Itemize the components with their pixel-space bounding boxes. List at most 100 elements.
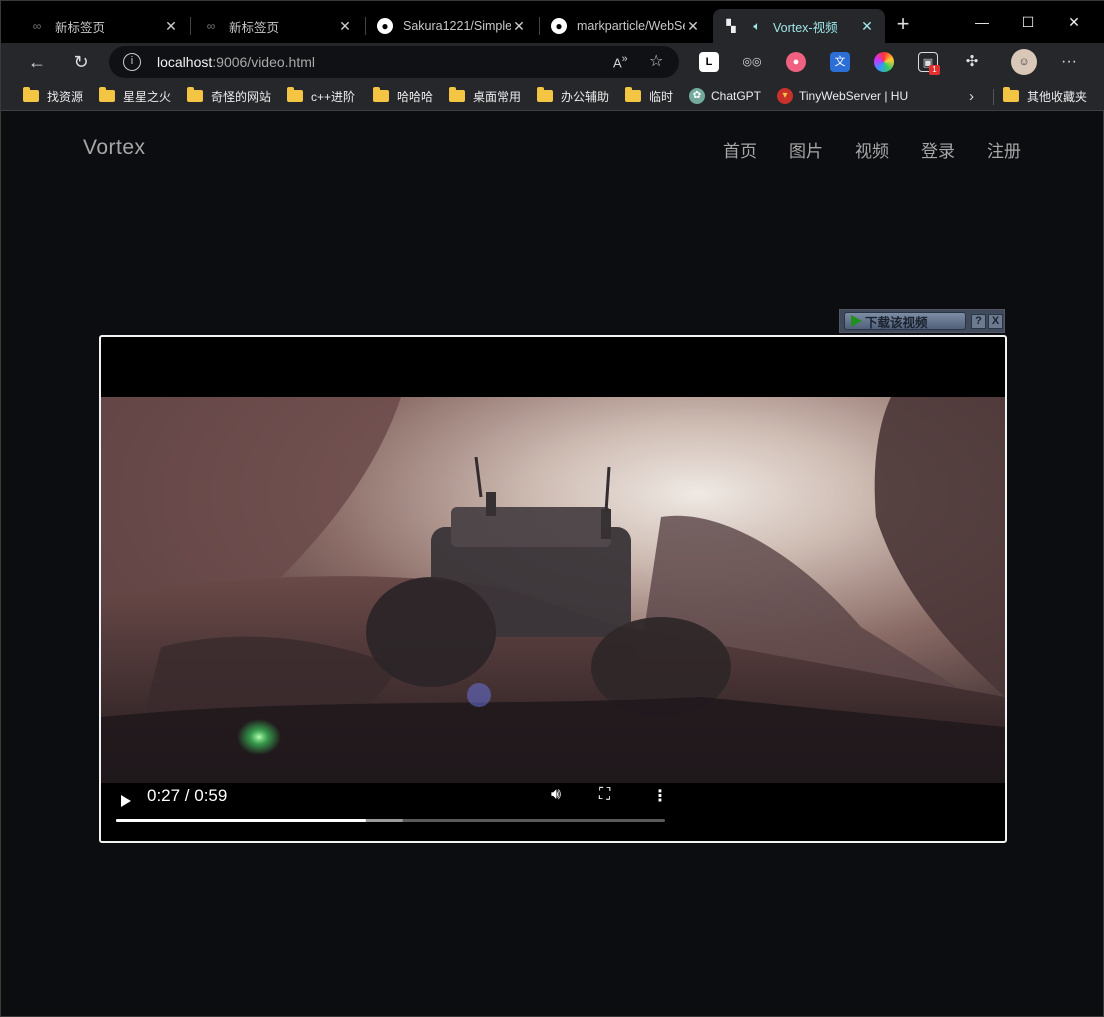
extension-glasses-icon[interactable]: ◎◎ bbox=[742, 52, 762, 72]
tab-github-markparticle[interactable]: ● markparticle/WebSe ✕ bbox=[541, 9, 711, 43]
play-icon bbox=[851, 315, 862, 327]
bookmark-label: 奇怪的网站 bbox=[211, 89, 272, 104]
bookmark-folder-other[interactable]: 其他收藏夹 bbox=[1003, 86, 1087, 106]
nav-home[interactable]: 首页 bbox=[723, 137, 757, 162]
bookmark-folder[interactable]: 哈哈哈 bbox=[373, 86, 433, 106]
browser-window: ∞ 新标签页 ✕ ∞ 新标签页 ✕ ● Sakura1221/SimpleW ✕… bbox=[0, 0, 1104, 1017]
extension-pink-icon[interactable]: ● bbox=[786, 52, 806, 72]
folder-icon bbox=[99, 87, 115, 102]
tab-github-sakura[interactable]: ● Sakura1221/SimpleW ✕ bbox=[367, 9, 537, 43]
tab-new-1[interactable]: ∞ 新标签页 ✕ bbox=[19, 9, 189, 43]
bookmark-label: 星星之火 bbox=[123, 89, 172, 104]
translate-icon[interactable]: 文 bbox=[830, 52, 850, 72]
time-display: 0:27 / 0:59 bbox=[147, 786, 228, 805]
seek-bar[interactable] bbox=[116, 819, 665, 822]
infinity-icon: ∞ bbox=[32, 19, 42, 33]
address-bar[interactable]: i localhost:9006/video.html A» ☆ bbox=[109, 46, 679, 78]
folder-icon bbox=[537, 87, 553, 102]
bookmarks-bar: 找资源 星星之火 奇怪的网站 c++进阶 哈哈哈 桌面常用 办公辅助 临时 ✿ C… bbox=[1, 81, 1104, 111]
minimize-button[interactable]: — bbox=[959, 9, 1005, 35]
bookmark-folder[interactable]: c++进阶 bbox=[287, 86, 355, 106]
folder-icon bbox=[373, 87, 389, 102]
tab-title: 新标签页 bbox=[229, 20, 280, 35]
video-frame-image bbox=[101, 397, 1005, 783]
site-info-icon[interactable]: i bbox=[123, 53, 141, 71]
avatar[interactable]: ☺ bbox=[1011, 49, 1037, 75]
bookmarks-overflow-chevron-icon[interactable]: › bbox=[969, 86, 974, 106]
site-brand[interactable]: Vortex bbox=[83, 136, 146, 160]
folder-icon bbox=[625, 87, 641, 102]
read-aloud-icon[interactable]: A» bbox=[613, 53, 628, 70]
more-options-icon[interactable]: ⋮ bbox=[652, 786, 668, 806]
site-icon: ▚ bbox=[726, 19, 736, 33]
help-button[interactable]: ? bbox=[971, 313, 986, 329]
download-video-overlay: 下载该视频 ? X bbox=[839, 309, 1005, 333]
played-range bbox=[116, 819, 367, 822]
tab-separator bbox=[365, 17, 366, 35]
folder-icon bbox=[23, 87, 39, 102]
volume-icon[interactable]: 🔊︎ bbox=[551, 786, 561, 804]
video-player[interactable]: 0:27 / 0:59 🔊︎ ⛶ ⋮ bbox=[99, 335, 1007, 843]
extension-color-icon[interactable] bbox=[874, 52, 894, 72]
infinity-icon: ∞ bbox=[206, 19, 216, 33]
github-icon: ● bbox=[551, 18, 567, 34]
nav-register[interactable]: 注册 bbox=[987, 137, 1021, 162]
extension-l-icon[interactable]: L bbox=[699, 52, 719, 72]
bookmark-label: 桌面常用 bbox=[473, 89, 522, 104]
bookmark-link[interactable]: ✿ ChatGPT bbox=[689, 86, 761, 106]
close-overlay-button[interactable]: X bbox=[988, 313, 1003, 329]
bookmark-label: 找资源 bbox=[47, 89, 84, 104]
bookmark-label: TinyWebServer | HU bbox=[799, 89, 909, 103]
ironman-icon: ▾ bbox=[777, 88, 793, 104]
more-menu-icon[interactable]: ··· bbox=[1059, 52, 1079, 72]
close-icon[interactable]: ✕ bbox=[163, 18, 179, 35]
browser-toolbar: ← ↻ i localhost:9006/video.html A» ☆ L ◎… bbox=[1, 43, 1104, 81]
close-icon[interactable]: ✕ bbox=[511, 18, 527, 35]
video-frame[interactable] bbox=[101, 397, 1005, 783]
download-label: 下载该视频 bbox=[865, 315, 928, 330]
page-content: Vortex 首页 图片 视频 登录 注册 下载该视频 ? X 0:27 / 0… bbox=[9, 112, 1097, 1010]
extension-badge: 1 bbox=[929, 65, 940, 75]
bookmark-link[interactable]: ▾ TinyWebServer | HU bbox=[777, 86, 908, 106]
bookmark-label: 办公辅助 bbox=[561, 89, 610, 104]
bookmark-folder[interactable]: 桌面常用 bbox=[449, 86, 521, 106]
bookmark-folder[interactable]: 办公辅助 bbox=[537, 86, 609, 106]
refresh-button[interactable]: ↻ bbox=[67, 49, 95, 75]
bookmark-folder[interactable]: 星星之火 bbox=[99, 86, 171, 106]
back-button[interactable]: ← bbox=[23, 49, 51, 75]
play-button[interactable] bbox=[121, 795, 131, 807]
address-path: :9006/video.html bbox=[212, 54, 315, 70]
maximize-button[interactable]: ☐ bbox=[1005, 9, 1051, 35]
tab-separator bbox=[190, 17, 191, 35]
download-video-button[interactable]: 下载该视频 bbox=[844, 312, 966, 330]
bookmark-divider bbox=[993, 89, 994, 105]
close-icon[interactable]: ✕ bbox=[337, 18, 353, 35]
folder-icon bbox=[187, 87, 203, 102]
address-host: localhost bbox=[157, 54, 213, 70]
bookmark-folder[interactable]: 临时 bbox=[625, 86, 673, 106]
close-window-button[interactable]: ✕ bbox=[1051, 9, 1097, 35]
bookmark-label: c++进阶 bbox=[311, 89, 356, 104]
folder-icon bbox=[1003, 87, 1019, 102]
folder-icon bbox=[287, 87, 303, 102]
nav-videos[interactable]: 视频 bbox=[855, 137, 889, 162]
tab-new-2[interactable]: ∞ 新标签页 ✕ bbox=[193, 9, 363, 43]
fullscreen-icon[interactable]: ⛶ bbox=[599, 786, 610, 804]
tab-strip: ∞ 新标签页 ✕ ∞ 新标签页 ✕ ● Sakura1221/SimpleW ✕… bbox=[1, 1, 1104, 43]
new-tab-button[interactable]: + bbox=[891, 13, 915, 37]
nav-login[interactable]: 登录 bbox=[921, 137, 955, 162]
nav-images[interactable]: 图片 bbox=[789, 137, 823, 162]
extensions-puzzle-icon[interactable]: ✣ bbox=[962, 52, 982, 72]
tab-vortex-video[interactable]: ▚ 🔈︎ Vortex-视频 ✕ bbox=[713, 9, 885, 43]
close-icon[interactable]: ✕ bbox=[685, 18, 701, 35]
bookmark-label: 哈哈哈 bbox=[397, 89, 434, 104]
video-controls: 0:27 / 0:59 🔊︎ ⛶ ⋮ bbox=[101, 783, 681, 841]
close-icon[interactable]: ✕ bbox=[859, 18, 875, 35]
add-favorite-icon[interactable]: ☆ bbox=[649, 51, 663, 71]
github-icon: ● bbox=[377, 18, 393, 34]
speaker-icon[interactable]: 🔈︎ bbox=[749, 18, 765, 34]
bookmark-folder[interactable]: 找资源 bbox=[23, 86, 83, 106]
tab-title: Sakura1221/SimpleW bbox=[403, 19, 511, 33]
bookmark-folder[interactable]: 奇怪的网站 bbox=[187, 86, 271, 106]
site-navbar: Vortex 首页 图片 视频 登录 注册 bbox=[9, 112, 1097, 184]
